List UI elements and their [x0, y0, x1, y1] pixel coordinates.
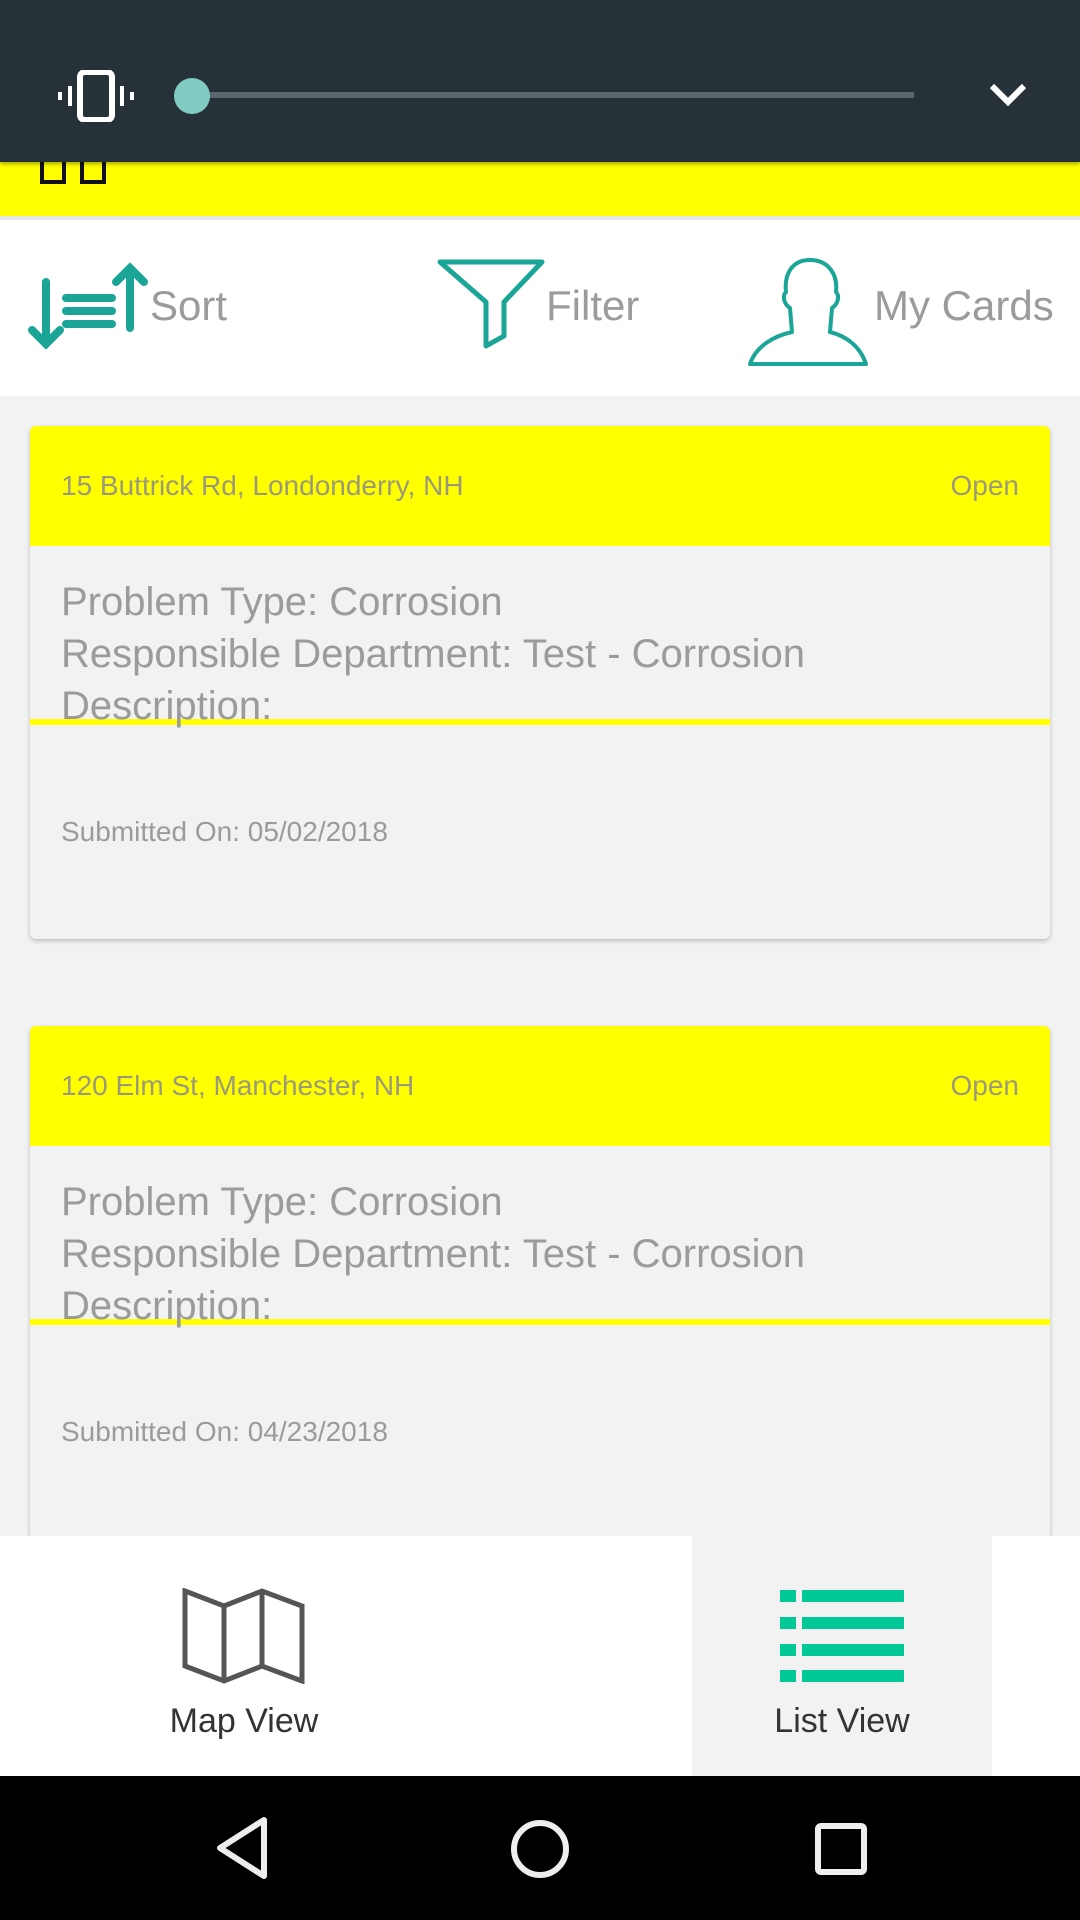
my-cards-label: My Cards	[874, 282, 1054, 329]
card-header: 15 Buttrick Rd, Londonderry, NH Open	[30, 426, 1050, 546]
back-icon[interactable]	[206, 1814, 276, 1884]
status-badge: Open	[950, 470, 1020, 501]
home-icon[interactable]	[505, 1814, 575, 1884]
list-icon	[780, 1590, 904, 1682]
responsible-department: Responsible Department: Test - Corrosion	[61, 632, 806, 676]
chevron-down-icon[interactable]	[988, 80, 1028, 110]
filter-icon	[437, 259, 545, 349]
list-toolbar: Sort Filter My Cards	[0, 216, 1080, 400]
card-address: 15 Buttrick Rd, Londonderry, NH	[61, 470, 464, 501]
problem-type: Problem Type: Corrosion	[61, 580, 503, 624]
sort-button[interactable]: Sort	[26, 256, 227, 356]
list-view-label: List View	[774, 1702, 910, 1740]
map-view-label: Map View	[169, 1702, 319, 1740]
sort-label: Sort	[150, 282, 228, 329]
card-address: 120 Elm St, Manchester, NH	[61, 1070, 415, 1101]
card-footer: Submitted On: 04/23/2018	[30, 1325, 1050, 1536]
filter-label: Filter	[546, 282, 640, 329]
issue-card[interactable]: 120 Elm St, Manchester, NH Open Problem …	[30, 1026, 1050, 1536]
sort-icon	[28, 262, 148, 350]
card-footer: Submitted On: 05/02/2018	[30, 725, 1050, 939]
submitted-date: Submitted On: 05/02/2018	[61, 816, 388, 847]
card-list[interactable]: 15 Buttrick Rd, Londonderry, NH Open Pro…	[0, 396, 1080, 1536]
card-body: Problem Type: Corrosion Responsible Depa…	[30, 1146, 1050, 1328]
filter-button[interactable]: Filter	[436, 256, 639, 356]
submitted-date: Submitted On: 04/23/2018	[61, 1416, 388, 1447]
map-icon	[182, 1588, 305, 1684]
problem-type: Problem Type: Corrosion	[61, 1180, 503, 1224]
responsible-department: Responsible Department: Test - Corrosion	[61, 1232, 806, 1276]
card-header: 120 Elm St, Manchester, NH Open	[30, 1026, 1050, 1146]
bottom-nav: Map View List View	[0, 1536, 1080, 1776]
grid-icon[interactable]	[40, 158, 110, 186]
map-view-tab[interactable]: Map View	[94, 1536, 394, 1776]
list-view-tab[interactable]: List View	[692, 1536, 992, 1776]
vibrate-icon[interactable]	[58, 70, 134, 122]
status-badge: Open	[950, 1070, 1020, 1101]
card-body: Problem Type: Corrosion Responsible Depa…	[30, 546, 1050, 728]
volume-slider-thumb[interactable]	[174, 78, 210, 114]
my-cards-button[interactable]: My Cards	[746, 256, 1054, 366]
volume-slider-track[interactable]	[192, 92, 914, 98]
volume-slider[interactable]	[174, 78, 914, 118]
volume-panel	[0, 0, 1080, 162]
issue-card[interactable]: 15 Buttrick Rd, Londonderry, NH Open Pro…	[30, 426, 1050, 939]
recents-icon[interactable]	[806, 1814, 876, 1884]
system-navigation-bar	[0, 1776, 1080, 1920]
user-icon	[748, 258, 868, 366]
